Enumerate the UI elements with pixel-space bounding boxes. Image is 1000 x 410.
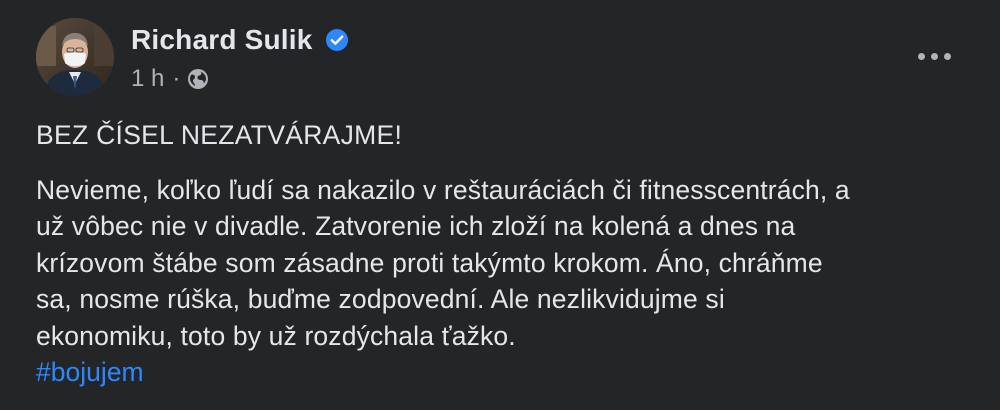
ellipsis-dot [943,52,951,60]
author-row: Richard Sulik [131,22,349,58]
post-body: Nevieme, koľko ľudí sa nakazilo v reštau… [36,174,850,351]
author-name[interactable]: Richard Sulik [131,24,313,56]
author-avatar[interactable] [36,18,114,96]
ellipsis-horizontal-icon [917,52,925,60]
meta-separator: · [172,65,181,92]
post-timestamp[interactable]: 1 h [131,65,164,93]
verified-badge-icon [325,28,349,52]
ellipsis-dot [930,52,938,60]
avatar-image [36,18,114,96]
facebook-post: Richard Sulik 1 h · BEZ ČÍSEL NEZATVÁRAJ… [0,0,1000,410]
post-options-button[interactable] [912,40,956,72]
post-content: BEZ ČÍSEL NEZATVÁRAJME! Nevieme, koľko ľ… [36,117,976,391]
post-meta: 1 h · [131,64,209,94]
globe-icon[interactable] [187,68,209,90]
hashtag-link[interactable]: #bojujem [36,357,144,387]
post-headline: BEZ ČÍSEL NEZATVÁRAJME! [36,120,403,150]
